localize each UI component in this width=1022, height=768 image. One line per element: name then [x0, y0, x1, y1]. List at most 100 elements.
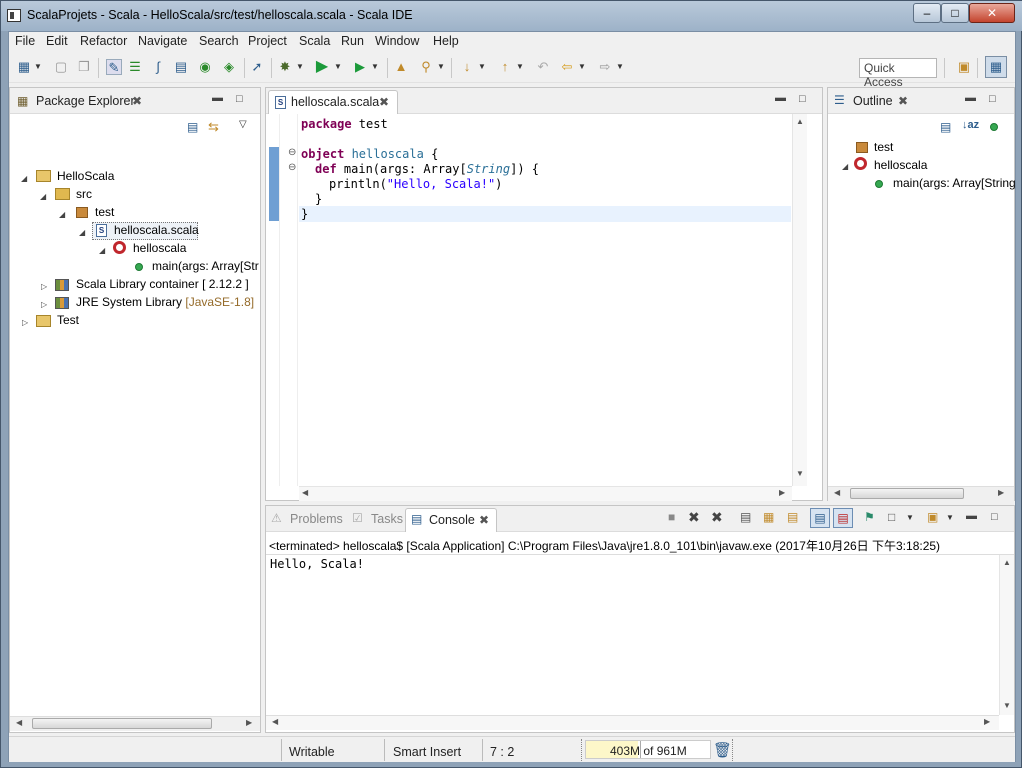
- expanded-twisty-icon[interactable]: ◢: [99, 246, 105, 255]
- word-wrap-icon[interactable]: ▤: [173, 59, 189, 75]
- menu-scala[interactable]: Scala: [299, 34, 330, 48]
- view-menu-icon[interactable]: ▽: [239, 119, 247, 130]
- close-tab-icon[interactable]: ✖: [898, 94, 908, 108]
- save-icon[interactable]: ▢: [53, 59, 69, 75]
- run-external-tool-icon[interactable]: ▶: [352, 59, 368, 75]
- menu-help[interactable]: Help: [433, 34, 459, 48]
- minimize-view-icon[interactable]: ▬: [965, 92, 976, 104]
- tree-item-src[interactable]: src: [76, 187, 92, 201]
- scroll-left-icon[interactable]: ◀: [834, 488, 840, 497]
- forward-dropdown-icon[interactable]: ▼: [616, 61, 624, 73]
- console-output[interactable]: Hello, Scala!: [270, 557, 364, 571]
- maximize-view-icon[interactable]: □: [799, 93, 806, 105]
- hide-non-public-icon[interactable]: [990, 123, 998, 131]
- scroll-right-icon[interactable]: ▶: [246, 718, 252, 727]
- back-icon[interactable]: ⇦: [559, 59, 575, 75]
- code-line-1[interactable]: package test: [301, 117, 388, 131]
- quick-access-input[interactable]: Quick Access: [859, 58, 937, 89]
- scrollbar-thumb[interactable]: [850, 488, 964, 499]
- previous-annotation-dropdown-icon[interactable]: ▼: [516, 61, 524, 73]
- new-icon[interactable]: ▦: [16, 59, 32, 75]
- maximize-view-icon[interactable]: □: [236, 93, 243, 105]
- expanded-twisty-icon[interactable]: ◢: [40, 192, 46, 201]
- code-line-3[interactable]: object helloscala {: [301, 147, 438, 161]
- title-bar[interactable]: ScalaProjets - Scala - HelloScala/src/te…: [1, 1, 1022, 31]
- tree-item-helloscala-object[interactable]: helloscala: [133, 241, 186, 255]
- show-on-stderr-icon[interactable]: ▤: [833, 508, 853, 528]
- insert-mode-status[interactable]: Smart Insert: [393, 745, 461, 759]
- open-perspective-icon[interactable]: ▣: [956, 59, 972, 75]
- collapse-all-icon[interactable]: ▤: [187, 120, 198, 134]
- outline-item-main[interactable]: main(args: Array[String: [893, 176, 1016, 190]
- toggle-mark-occurrences-icon[interactable]: ✎: [106, 59, 122, 75]
- scroll-lock-icon[interactable]: ▦: [763, 510, 774, 524]
- close-tab-icon[interactable]: ✖: [132, 94, 142, 108]
- new-scala-class-icon[interactable]: ◈: [221, 59, 237, 75]
- display-console-dropdown-icon[interactable]: ▼: [906, 512, 914, 524]
- horizontal-scrollbar[interactable]: ◀ ▶: [266, 715, 999, 730]
- collapsed-twisty-icon[interactable]: ▷: [22, 318, 28, 327]
- scroll-left-icon[interactable]: ◀: [302, 488, 308, 497]
- run-garbage-collector-icon[interactable]: 🗑: [713, 741, 732, 759]
- external-tool-dropdown-icon[interactable]: ▼: [371, 61, 379, 73]
- remove-launch-icon[interactable]: ✖: [688, 509, 700, 526]
- previous-annotation-icon[interactable]: ↑: [497, 59, 513, 75]
- debug-icon[interactable]: ✸: [277, 59, 293, 75]
- scroll-down-icon[interactable]: ▼: [1003, 701, 1011, 710]
- scroll-left-icon[interactable]: ◀: [16, 718, 22, 727]
- remove-all-terminated-icon[interactable]: ✖: [711, 509, 723, 526]
- open-console-dropdown-icon[interactable]: ▼: [946, 512, 954, 524]
- tab-tasks[interactable]: Tasks: [371, 512, 403, 526]
- search-icon[interactable]: ⚲: [418, 59, 434, 75]
- scroll-left-icon[interactable]: ◀: [272, 717, 278, 726]
- scrollbar-thumb[interactable]: [32, 718, 212, 729]
- cursor-position-status[interactable]: 7 : 2: [490, 745, 514, 759]
- expanded-twisty-icon[interactable]: ◢: [842, 162, 848, 171]
- open-type-icon[interactable]: ▲: [393, 59, 409, 75]
- fold-collapse-icon[interactable]: ⊖: [288, 162, 296, 173]
- expanded-twisty-icon[interactable]: ◢: [21, 174, 27, 183]
- scroll-down-icon[interactable]: ▼: [796, 469, 804, 478]
- close-window-button[interactable]: ✕: [969, 3, 1015, 23]
- heap-status[interactable]: 403M of 961M: [585, 740, 711, 759]
- debug-dropdown-icon[interactable]: ▼: [296, 61, 304, 73]
- scroll-right-icon[interactable]: ▶: [984, 717, 990, 726]
- scroll-right-icon[interactable]: ▶: [998, 488, 1004, 497]
- package-explorer-title[interactable]: Package Explorer: [36, 94, 135, 108]
- expanded-twisty-icon[interactable]: ◢: [79, 228, 85, 237]
- display-selected-console-icon[interactable]: □: [888, 510, 895, 524]
- horizontal-scrollbar[interactable]: ◀ ▶: [828, 486, 1014, 501]
- tree-item-jre-system-library[interactable]: JRE System Library [JavaSE-1.8]: [76, 295, 254, 309]
- link-with-editor-icon[interactable]: ⇆: [208, 119, 219, 135]
- scala-perspective-icon[interactable]: ▦: [985, 56, 1007, 78]
- menu-edit[interactable]: Edit: [46, 34, 68, 48]
- tree-item-scala-library[interactable]: Scala Library container [ 2.12.2 ]: [76, 277, 249, 291]
- sort-alphabetically-icon[interactable]: ↓az: [962, 119, 979, 131]
- outline-item-test[interactable]: test: [874, 140, 893, 154]
- tree-item-main-method[interactable]: main(args: Array[Str: [152, 259, 259, 273]
- terminate-icon[interactable]: ■: [668, 510, 675, 524]
- code-line-7[interactable]: }: [301, 207, 308, 221]
- scroll-right-icon[interactable]: ▶: [779, 488, 785, 497]
- new-dropdown-icon[interactable]: ▼: [34, 61, 42, 73]
- menu-search[interactable]: Search: [199, 34, 239, 48]
- show-on-stdout-icon[interactable]: ▤: [810, 508, 830, 528]
- horizontal-scrollbar[interactable]: ◀ ▶: [10, 716, 260, 731]
- maximize-view-icon[interactable]: □: [991, 511, 998, 523]
- open-console-icon[interactable]: ▣: [927, 510, 938, 524]
- close-tab-icon[interactable]: ✖: [379, 95, 389, 109]
- code-line-4[interactable]: def main(args: Array[String]) {: [315, 162, 539, 176]
- minimize-view-icon[interactable]: ▬: [212, 92, 223, 104]
- next-annotation-icon[interactable]: ↓: [459, 59, 475, 75]
- vertical-scrollbar[interactable]: ▲ ▼: [792, 114, 807, 486]
- collapsed-twisty-icon[interactable]: ▷: [41, 300, 47, 309]
- tab-problems[interactable]: Problems: [290, 512, 343, 526]
- maximize-view-icon[interactable]: □: [989, 93, 996, 105]
- back-dropdown-icon[interactable]: ▼: [578, 61, 586, 73]
- expanded-twisty-icon[interactable]: ◢: [59, 210, 65, 219]
- horizontal-scrollbar[interactable]: ◀ ▶: [299, 486, 792, 501]
- code-line-6[interactable]: }: [315, 192, 322, 206]
- tab-console[interactable]: ▤ Console ✖: [405, 508, 497, 532]
- save-all-icon[interactable]: ❐: [76, 59, 92, 75]
- scroll-up-icon[interactable]: ▲: [1003, 558, 1011, 567]
